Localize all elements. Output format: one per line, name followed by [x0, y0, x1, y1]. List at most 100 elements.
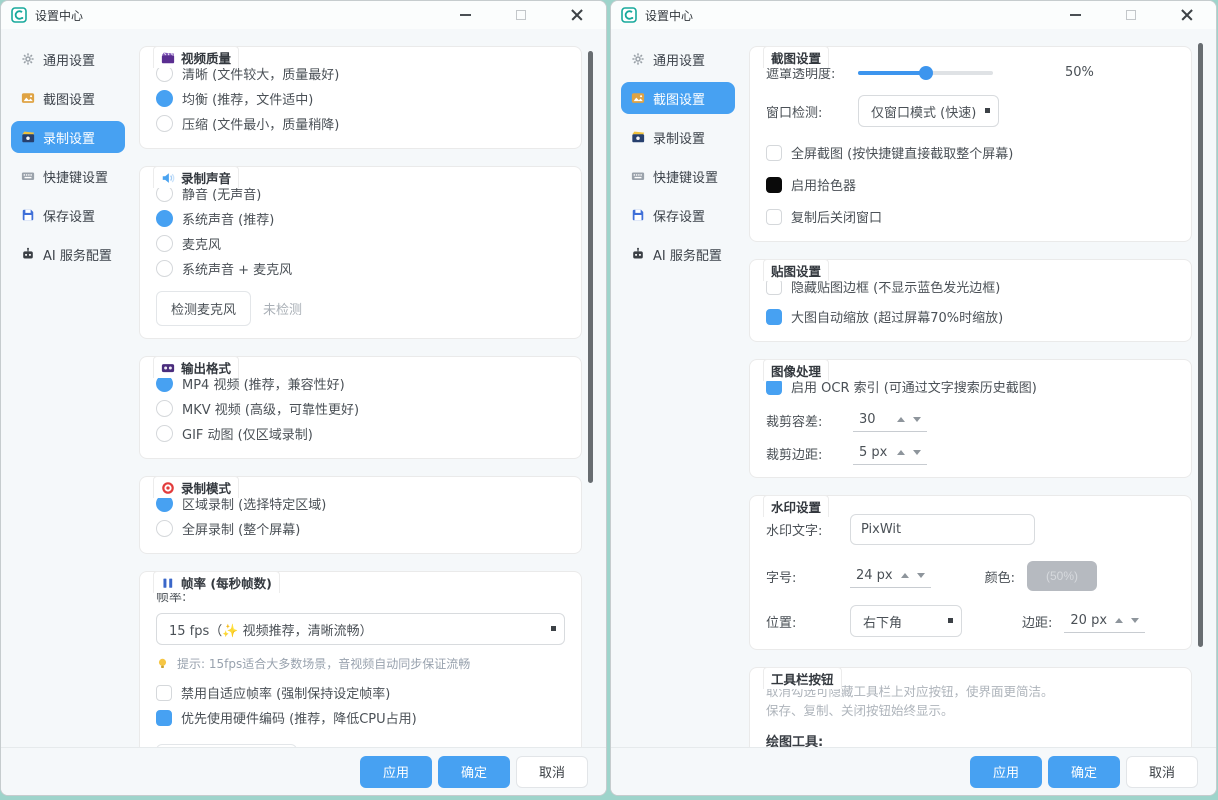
radio-option-compressed[interactable]: 压缩 (文件最小，质量稍降): [156, 111, 565, 136]
radio-button[interactable]: [156, 115, 173, 132]
watermark-position-select[interactable]: 右下角: [850, 605, 962, 637]
radio-button[interactable]: [156, 520, 173, 537]
sidebar-item-screenshot[interactable]: 截图设置: [621, 82, 735, 114]
radio-option-system-plus-mic[interactable]: 系统声音 + 麦克风: [156, 256, 565, 281]
titlebar[interactable]: 设置中心: [1, 1, 606, 29]
sidebar-item-recording[interactable]: 录制设置: [11, 121, 125, 153]
spinner-up-icon[interactable]: [897, 417, 905, 422]
font-size-spinner[interactable]: 24 px: [850, 565, 931, 588]
section-title: 截图设置: [771, 48, 821, 67]
apply-button[interactable]: 应用: [970, 756, 1042, 788]
spinner-down-icon[interactable]: [913, 450, 921, 455]
radio-option-system-sound[interactable]: 系统声音 (推荐): [156, 206, 565, 231]
titlebar[interactable]: 设置中心: [611, 1, 1216, 29]
ok-button[interactable]: 确定: [1048, 756, 1120, 788]
section-legend: 截图设置: [763, 46, 829, 68]
radio-button[interactable]: [156, 400, 173, 417]
maximize-button[interactable]: [510, 5, 532, 25]
checkbox-label: 优先使用硬件编码 (推荐，降低CPU占用): [181, 708, 417, 727]
spinner-down-icon[interactable]: [1131, 618, 1139, 623]
detect-encoders-button[interactable]: 检测可用编码器: [156, 744, 297, 747]
radio-button[interactable]: [156, 210, 173, 227]
spinner-up-icon[interactable]: [901, 573, 909, 578]
settings-window-recording: 设置中心 通用设置 截图设置 录制设置 快捷键设置: [0, 0, 607, 796]
checkbox-fullscreen-shot[interactable]: 全屏截图 (按快捷键直接截取整个屏幕): [766, 140, 1175, 165]
cancel-button[interactable]: 取消: [1126, 756, 1198, 788]
radio-button[interactable]: [156, 90, 173, 107]
framerate-select[interactable]: 15 fps（✨ 视频推荐，清晰流畅）: [156, 613, 565, 645]
checkbox-label: 大图自动缩放 (超过屏幕70%时缩放): [791, 307, 1003, 326]
watermark-margin-spinner[interactable]: 20 px: [1064, 610, 1145, 633]
sidebar-item-recording[interactable]: 录制设置: [621, 121, 735, 153]
sidebar-item-label: 录制设置: [43, 128, 95, 147]
spinner-up-icon[interactable]: [897, 450, 905, 455]
sidebar-item-ai[interactable]: AI 服务配置: [621, 238, 735, 270]
maximize-icon: [1126, 10, 1136, 20]
spinner-down-icon[interactable]: [917, 573, 925, 578]
margin-label: 边距:: [1022, 612, 1052, 631]
close-button[interactable]: [1176, 5, 1198, 25]
sidebar-item-save[interactable]: 保存设置: [11, 199, 125, 231]
minimize-button[interactable]: [1064, 5, 1086, 25]
radio-button[interactable]: [156, 260, 173, 277]
checkbox[interactable]: [766, 309, 782, 325]
checkbox[interactable]: [766, 177, 782, 193]
spinner-up-icon[interactable]: [1115, 618, 1123, 623]
watermark-color-button[interactable]: (50%): [1027, 561, 1097, 591]
sidebar-item-label: AI 服务配置: [653, 245, 722, 264]
crop-tolerance-spinner[interactable]: 30: [853, 409, 927, 432]
checkbox-auto-scale[interactable]: 大图自动缩放 (超过屏幕70%时缩放): [766, 304, 1175, 329]
radio-option-microphone[interactable]: 麦克风: [156, 231, 565, 256]
checkbox-disable-adaptive[interactable]: 禁用自适应帧率 (强制保持设定帧率): [156, 680, 565, 705]
section-title: 录制模式: [181, 478, 231, 497]
radio-option-balanced[interactable]: 均衡 (推荐，文件适中): [156, 86, 565, 111]
checkbox-hardware-encoding[interactable]: 优先使用硬件编码 (推荐，降低CPU占用): [156, 705, 565, 730]
checkbox[interactable]: [156, 685, 172, 701]
gear-icon: [631, 52, 645, 66]
vertical-scrollbar[interactable]: [1198, 43, 1203, 647]
sidebar-item-general[interactable]: 通用设置: [11, 43, 125, 75]
sidebar-item-save[interactable]: 保存设置: [621, 199, 735, 231]
section-pin-settings: 贴图设置 隐藏贴图边框 (不显示蓝色发光边框) 大图自动缩放 (超过屏幕70%时…: [749, 259, 1192, 342]
sidebar-item-ai[interactable]: AI 服务配置: [11, 238, 125, 270]
drawing-tools-label: 绘图工具:: [766, 731, 1175, 747]
checkbox-close-after-copy[interactable]: 复制后关闭窗口: [766, 204, 1175, 229]
radio-button[interactable]: [156, 235, 173, 252]
checkbox-label: 禁用自适应帧率 (强制保持设定帧率): [181, 683, 390, 702]
section-title: 贴图设置: [771, 261, 821, 280]
sidebar-item-screenshot[interactable]: 截图设置: [11, 82, 125, 114]
watermark-text-input[interactable]: [850, 514, 1035, 545]
radio-option-gif[interactable]: GIF 动图 (仅区域录制): [156, 421, 565, 446]
ok-button[interactable]: 确定: [438, 756, 510, 788]
checkbox[interactable]: [766, 209, 782, 225]
apply-button[interactable]: 应用: [360, 756, 432, 788]
radio-label: 均衡 (推荐，文件适中): [182, 89, 313, 108]
app-logo-icon: [11, 7, 27, 23]
section-title: 视频质量: [181, 48, 231, 67]
sidebar-item-hotkeys[interactable]: 快捷键设置: [11, 160, 125, 192]
spinner-down-icon[interactable]: [913, 417, 921, 422]
slider-handle[interactable]: [919, 66, 933, 80]
vertical-scrollbar[interactable]: [588, 51, 593, 483]
opacity-slider[interactable]: [858, 65, 993, 81]
cancel-button[interactable]: 取消: [516, 756, 588, 788]
close-icon: [571, 9, 583, 21]
maximize-button[interactable]: [1120, 5, 1142, 25]
radio-option-mkv[interactable]: MKV 视频 (高级，可靠性更好): [156, 396, 565, 421]
sidebar-item-label: 快捷键设置: [653, 167, 718, 186]
section-card: 帧率: 15 fps（✨ 视频推荐，清晰流畅） 提示: 15fps适合大多数场景…: [139, 571, 582, 747]
minimize-button[interactable]: [454, 5, 476, 25]
sidebar-item-hotkeys[interactable]: 快捷键设置: [621, 160, 735, 192]
window-detect-select[interactable]: 仅窗口模式 (快速): [858, 95, 999, 127]
checkbox[interactable]: [156, 710, 172, 726]
checkbox-color-picker[interactable]: 启用拾色器: [766, 172, 1175, 197]
detect-microphone-button[interactable]: 检测麦克风: [156, 291, 251, 326]
checkbox[interactable]: [766, 145, 782, 161]
position-label: 位置:: [766, 612, 838, 631]
crop-margin-spinner[interactable]: 5 px: [853, 442, 927, 465]
sidebar-item-general[interactable]: 通用设置: [621, 43, 735, 75]
section-video-quality: 视频质量 清晰 (文件较大，质量最好) 均衡 (推荐，文件适中) 压缩 (文件最…: [139, 46, 582, 149]
radio-button[interactable]: [156, 425, 173, 442]
radio-option-fullscreen[interactable]: 全屏录制 (整个屏幕): [156, 516, 565, 541]
close-button[interactable]: [566, 5, 588, 25]
